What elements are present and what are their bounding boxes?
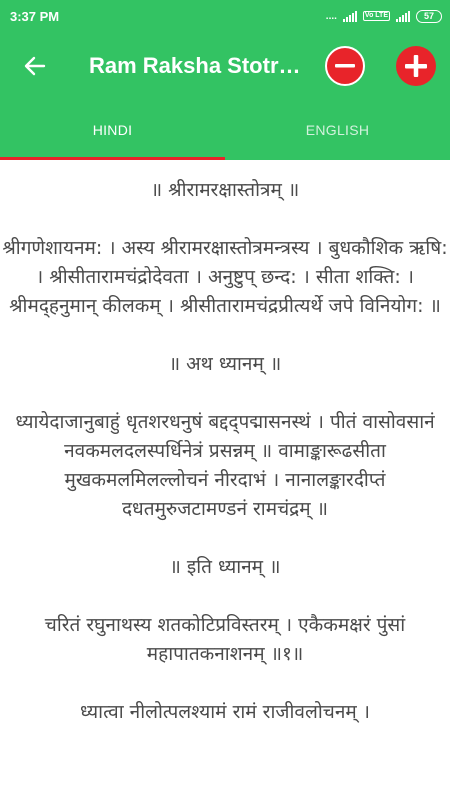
stotram-text[interactable]: ॥ श्रीरामरक्षास्तोत्रम् ॥ श्रीगणेशायनम: … (0, 160, 450, 800)
verse-2: ध्यात्वा नीलोत्पलश्यामं रामं राजीवलोचनम्… (80, 701, 370, 723)
zoom-in-button[interactable] (396, 46, 436, 86)
app-bar: Ram Raksha Stotram (0, 32, 450, 100)
page-title: Ram Raksha Stotram (89, 53, 304, 78)
tab-english-label: ENGLISH (305, 122, 370, 138)
tab-bar: HINDI ENGLISH (0, 100, 450, 160)
back-button[interactable] (0, 32, 70, 100)
plus-circle-icon (405, 55, 427, 77)
tab-hindi[interactable]: HINDI (0, 100, 225, 160)
notification-dots: .... (325, 10, 337, 22)
signal-icon (342, 10, 357, 22)
volte-icon: Vo LTE (362, 11, 390, 21)
verse-iti-dhyanam: ॥ इति ध्यानम् ॥ (169, 556, 281, 578)
status-icons: .... Vo LTE 57 (325, 9, 442, 23)
verse-atha-dhyanam: ॥ अथ ध्यानम् ॥ (168, 353, 282, 375)
verse-title: ॥ श्रीरामरक्षास्तोत्रम् ॥ (150, 179, 300, 201)
battery-icon: 57 (416, 9, 442, 23)
verse-dhyanam: ध्यायेदाजानुबाहुं धृतशरधनुषं बद्दद्पद्मा… (15, 411, 435, 520)
verse-viniyoga: श्रीगणेशायनम: । अस्य श्रीरामरक्षास्तोत्र… (2, 237, 448, 317)
verse-1: चरितं रघुनाथस्य शतकोटिप्रविस्तरम् । एकैक… (44, 614, 406, 665)
zoom-out-button[interactable] (325, 46, 365, 86)
status-bar: 3:37 PM .... Vo LTE 57 (0, 0, 450, 32)
arrow-left-icon (24, 56, 46, 76)
status-time: 3:37 PM (10, 8, 60, 24)
signal-icon-2 (396, 10, 410, 22)
tab-hindi-label: HINDI (92, 122, 133, 138)
minus-circle-icon (335, 64, 355, 68)
tab-english[interactable]: ENGLISH (225, 100, 450, 160)
